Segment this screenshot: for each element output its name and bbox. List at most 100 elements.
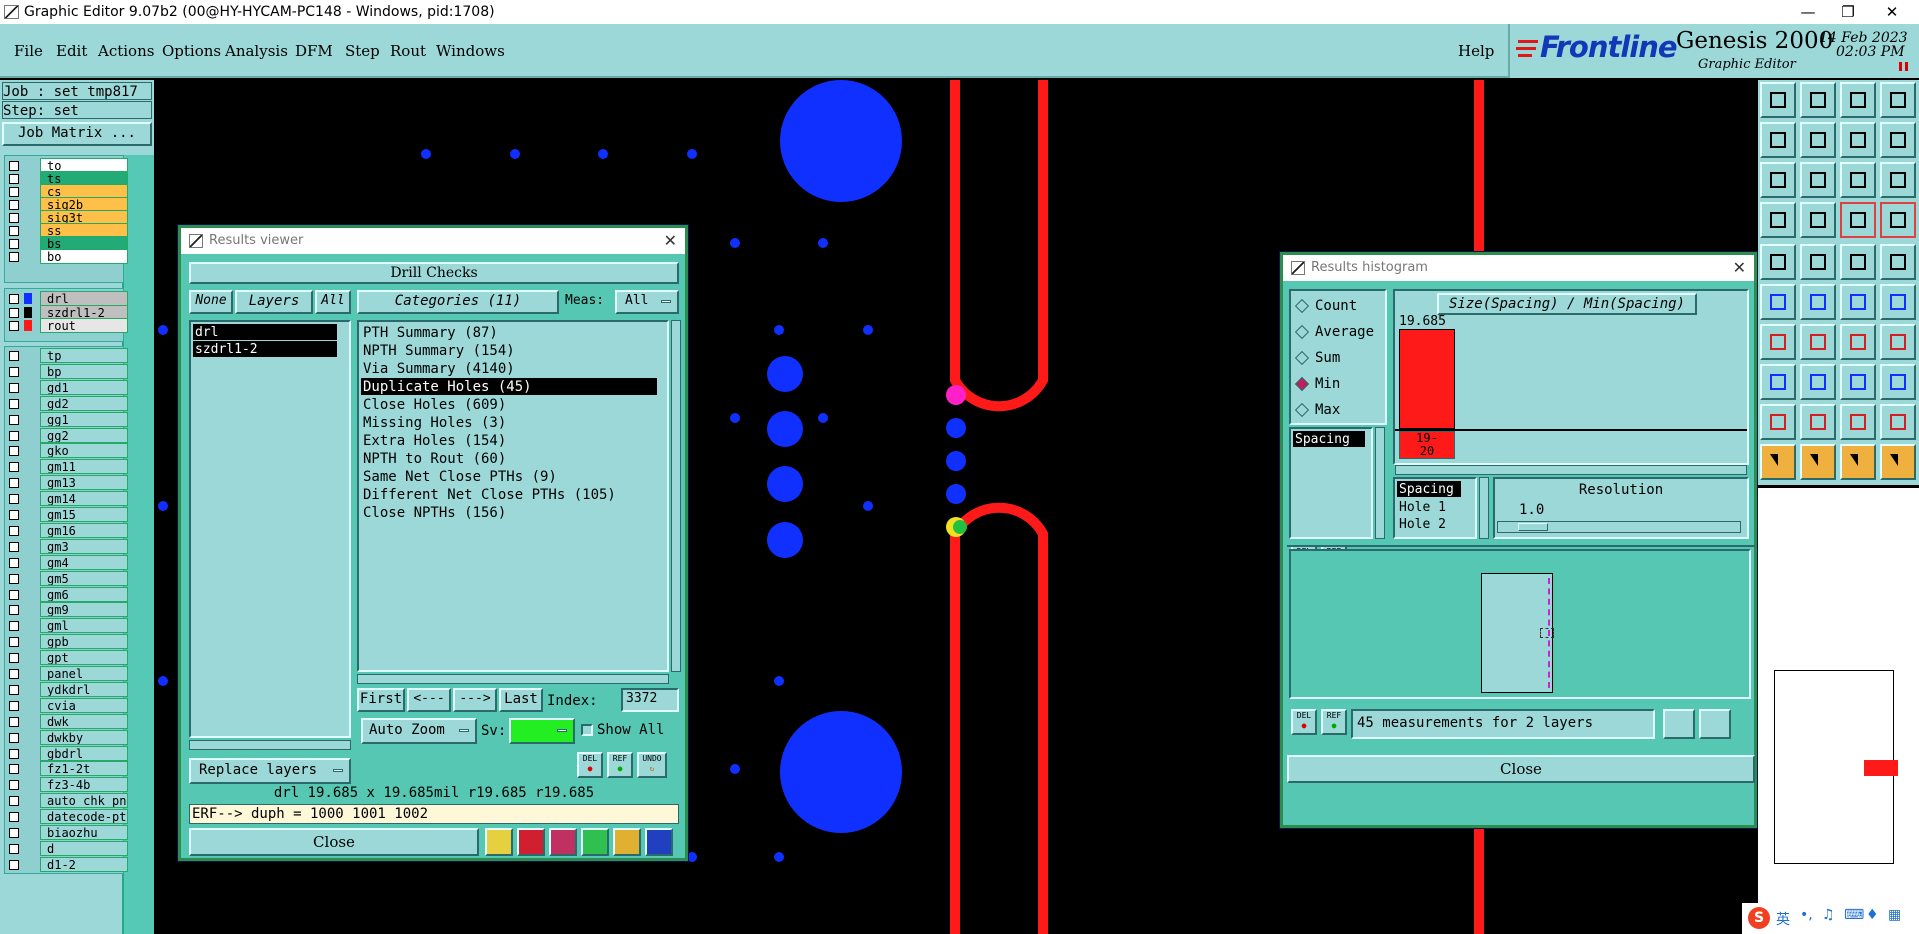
mode-radio[interactable]: Sum <box>1294 349 1383 369</box>
auto-zoom-dropdown[interactable]: Auto Zoom <box>361 718 477 744</box>
layer-row[interactable]: rout <box>6 318 128 333</box>
layer-name[interactable]: d <box>40 840 128 856</box>
layer-checkbox[interactable] <box>9 462 19 473</box>
save-icon[interactable] <box>1800 82 1836 118</box>
histogram-bar[interactable] <box>1399 329 1455 429</box>
layer-name[interactable]: gm14 <box>40 491 128 507</box>
layer-checkbox[interactable] <box>9 366 19 377</box>
ime-icon[interactable]: S <box>1748 907 1770 929</box>
net-icon[interactable] <box>1760 284 1796 320</box>
resolution-slider-thumb[interactable] <box>1518 523 1548 531</box>
spacing-item[interactable]: Spacing <box>1397 481 1461 497</box>
layer-checkbox[interactable] <box>9 414 19 425</box>
layer-checkbox[interactable] <box>9 843 19 854</box>
layer-row[interactable]: gg2 <box>6 427 128 443</box>
layer-name[interactable]: dwkby <box>40 729 128 745</box>
measure-icon[interactable] <box>1840 244 1876 280</box>
next-button[interactable]: ---> <box>453 688 497 712</box>
result-layer-item[interactable]: szdrl1-2 <box>193 341 337 357</box>
layer-checkbox[interactable] <box>9 446 19 457</box>
layer-checkbox[interactable] <box>9 780 19 791</box>
category-item[interactable]: PTH Summary (87) <box>361 324 657 341</box>
measurement-type-list[interactable]: Spacing <box>1289 427 1373 539</box>
close-button[interactable]: Close <box>189 828 479 856</box>
layer-name[interactable]: gm11 <box>40 459 128 475</box>
punctuation-icon[interactable]: •, <box>1800 907 1813 923</box>
pointer-scale-icon[interactable] <box>1880 444 1916 480</box>
layer-row[interactable]: biaozhu <box>6 825 128 840</box>
open-job-icon[interactable] <box>1760 82 1796 118</box>
spacing-item[interactable]: Hole 2 <box>1397 516 1446 534</box>
skin-icon[interactable]: ♦ <box>1866 907 1879 923</box>
layer-checkbox[interactable] <box>9 637 19 648</box>
zoom-fit-icon[interactable] <box>1760 162 1796 198</box>
none-button[interactable]: None <box>189 290 233 314</box>
preview-del-button[interactable]: DEL ● <box>1291 709 1317 735</box>
layer-row[interactable]: gm15 <box>6 507 128 522</box>
spacing-item[interactable]: Hole 1 <box>1397 499 1446 517</box>
line-add-icon[interactable] <box>1760 324 1796 360</box>
layer-row[interactable]: gpb <box>6 634 128 650</box>
layer-checkbox[interactable] <box>9 812 19 823</box>
layer-row[interactable]: tp <box>6 348 128 363</box>
menu-step[interactable]: Step <box>345 41 380 61</box>
layer-checkbox[interactable] <box>9 478 19 489</box>
layer-row[interactable]: panel <box>6 666 128 681</box>
layer-checkbox[interactable] <box>9 321 19 331</box>
layer-name[interactable]: gg1 <box>40 411 128 427</box>
layer-checkbox[interactable] <box>9 294 19 304</box>
layer-name[interactable]: gm9 <box>40 602 128 618</box>
triangle-move-icon[interactable] <box>1840 404 1876 440</box>
layer-name[interactable]: gml <box>40 618 128 634</box>
layer-name[interactable]: biaozhu <box>40 825 128 840</box>
mode-radio[interactable]: Max <box>1294 401 1383 421</box>
prev-button[interactable]: <--- <box>407 688 451 712</box>
menu-options[interactable]: Options <box>162 41 221 61</box>
histogram-icon[interactable] <box>645 828 673 856</box>
close-window-icon[interactable]: ✕ <box>1872 0 1912 24</box>
layer-row[interactable]: fz3-4b <box>6 777 128 793</box>
cross-icon[interactable] <box>1800 284 1836 320</box>
layer-row[interactable]: gm9 <box>6 602 128 618</box>
layer-checkbox[interactable] <box>9 525 19 536</box>
view-list-icon[interactable] <box>1699 709 1731 739</box>
select-feature-icon[interactable] <box>1760 244 1796 280</box>
layer-row[interactable]: fz1-2t <box>6 761 128 777</box>
show-all-checkbox[interactable] <box>581 724 593 736</box>
zoom-1to2-icon[interactable] <box>1840 162 1876 198</box>
layer-name[interactable]: gm15 <box>40 507 128 522</box>
layer-name[interactable]: fz3-4b <box>40 777 128 793</box>
layer-row[interactable]: gm6 <box>6 586 128 602</box>
layer-checkbox[interactable] <box>9 684 19 695</box>
layer-row[interactable]: gko <box>6 443 128 459</box>
layer-checkbox[interactable] <box>9 669 19 679</box>
measurement-type-item[interactable]: Spacing <box>1293 431 1365 447</box>
layer-row[interactable]: bp <box>6 363 128 379</box>
minimize-icon[interactable]: — <box>1788 0 1828 24</box>
pan-left-icon[interactable] <box>1760 122 1796 158</box>
connect-icon[interactable] <box>1840 284 1876 320</box>
clear-icon[interactable] <box>549 828 577 856</box>
categories-button[interactable]: Categories (11) <box>357 290 559 314</box>
layer-name[interactable]: gg2 <box>40 427 128 443</box>
layer-row[interactable]: gbdrl <box>6 745 128 761</box>
layer-checkbox[interactable] <box>9 239 19 249</box>
line-snap-icon[interactable] <box>1800 364 1836 400</box>
preview-ref-button[interactable]: REF ● <box>1321 709 1347 735</box>
histogram-hscroll[interactable] <box>1395 465 1747 475</box>
close-icon[interactable]: ✕ <box>1733 255 1746 281</box>
layer-checkbox[interactable] <box>9 510 19 520</box>
layer-row[interactable]: gml <box>6 618 128 634</box>
all-layers-button[interactable]: All <box>315 290 351 314</box>
ref-button[interactable]: REF ● <box>607 752 633 778</box>
layer-name[interactable]: gbdrl <box>40 745 128 761</box>
edit-shape-icon[interactable] <box>1800 244 1836 280</box>
category-list-vscroll[interactable] <box>671 320 681 672</box>
export-icon[interactable] <box>581 828 609 856</box>
undo-view-icon[interactable] <box>1840 122 1876 158</box>
index-field[interactable]: 3372 <box>621 688 679 712</box>
layer-checkbox[interactable] <box>9 226 19 236</box>
layer-row[interactable]: gpt <box>6 650 128 666</box>
menu-dfm[interactable]: DFM <box>295 41 333 61</box>
pointer-icon[interactable] <box>1760 444 1796 480</box>
